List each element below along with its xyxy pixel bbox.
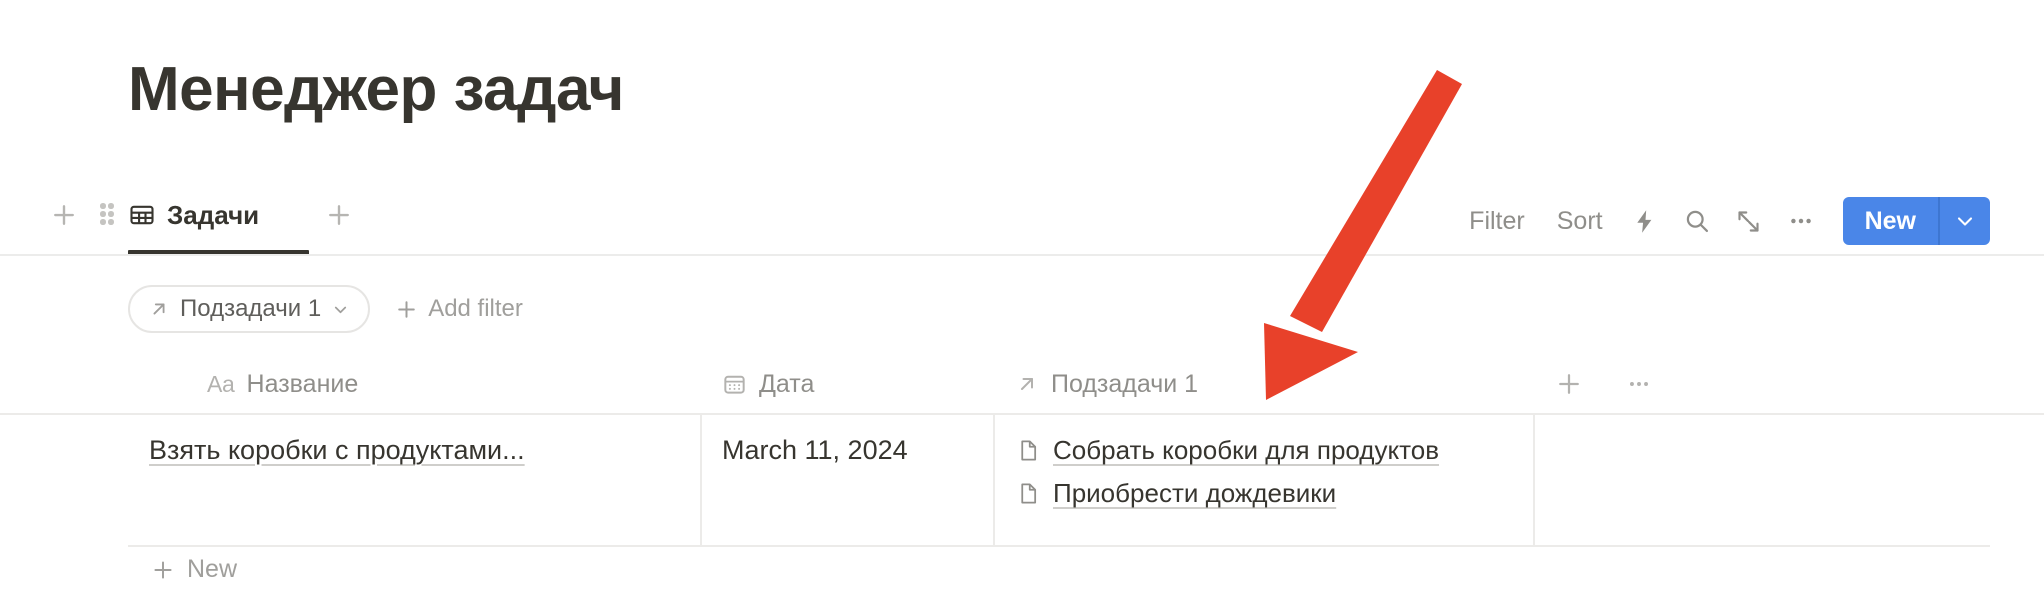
table-row[interactable]: Взять коробки с продуктами... March 11, … xyxy=(128,415,1990,547)
add-new-row-button[interactable]: New xyxy=(150,555,237,584)
filter-chip-label: Подзадачи 1 xyxy=(180,295,322,322)
view-drag-handle[interactable] xyxy=(93,198,123,232)
text-aa-icon: Aa xyxy=(207,370,235,397)
tab-label: Задачи xyxy=(167,199,260,230)
add-new-row-label: New xyxy=(187,555,238,583)
new-button-group: New xyxy=(1842,197,1990,245)
add-column-button[interactable] xyxy=(1550,365,1588,403)
column-header-label: Название xyxy=(246,369,359,398)
more-options-button[interactable] xyxy=(1775,199,1827,243)
calendar-icon xyxy=(722,372,747,397)
filter-bar: Подзадачи 1 Add filter xyxy=(128,285,523,333)
row-date-value: March 11, 2024 xyxy=(722,435,908,465)
relation-label: Приобрести дождевики xyxy=(1053,478,1337,508)
document-icon xyxy=(1016,438,1041,463)
automation-button[interactable] xyxy=(1619,199,1671,243)
add-view-button-right[interactable] xyxy=(322,198,356,232)
view-toolbar: Задачи Filter Sort New xyxy=(0,188,2044,256)
page-root: Менеджер задач Задачи Filter Sort New По… xyxy=(0,0,2044,600)
database-table: Aa Название Дата Подзадачи 1 Взять короб… xyxy=(0,355,2044,547)
relation-label: Собрать коробки для продуктов xyxy=(1053,435,1440,465)
tab-zadachi[interactable]: Задачи xyxy=(128,192,259,238)
search-button[interactable] xyxy=(1671,199,1723,243)
chevron-down-icon xyxy=(1957,217,1973,226)
relation-item[interactable]: Собрать коробки для продуктов xyxy=(1016,435,1533,466)
drag-dots-icon xyxy=(100,203,116,227)
sort-button[interactable]: Sort xyxy=(1541,207,1619,236)
cell-name[interactable]: Взять коробки с продуктами... xyxy=(128,415,700,545)
arrow-up-right-icon xyxy=(148,298,170,320)
view-actions: Filter Sort New xyxy=(1453,188,2044,254)
add-view-button-left[interactable] xyxy=(47,198,81,232)
page-title: Менеджер задач xyxy=(128,55,624,124)
ellipsis-icon xyxy=(1630,382,1648,386)
expand-arrows-icon xyxy=(1738,210,1759,232)
column-header-subtasks[interactable]: Подзадачи 1 xyxy=(1015,355,1198,413)
column-header-label: Дата xyxy=(759,369,815,398)
column-header-name[interactable]: Aa Название xyxy=(207,355,358,413)
table-more-button[interactable] xyxy=(1620,365,1658,403)
cell-date[interactable]: March 11, 2024 xyxy=(700,415,993,545)
plus-icon xyxy=(54,205,74,225)
table-header-row: Aa Название Дата Подзадачи 1 xyxy=(0,355,2044,415)
add-filter-label: Add filter xyxy=(428,295,523,322)
table-grid-icon xyxy=(130,205,154,225)
row-title-link[interactable]: Взять коробки с продуктами... xyxy=(149,435,525,466)
filter-button[interactable]: Filter xyxy=(1453,207,1541,236)
relation-item[interactable]: Приобрести дождевики xyxy=(1016,478,1533,509)
plus-icon xyxy=(329,205,349,225)
filter-chip-podzadachi[interactable]: Подзадачи 1 xyxy=(128,285,371,333)
add-filter-button[interactable]: Add filter xyxy=(394,295,523,323)
ellipsis-icon xyxy=(1790,218,1811,224)
toolbar-divider xyxy=(0,254,2044,256)
chevron-down-icon xyxy=(331,300,350,319)
cell-empty[interactable] xyxy=(1533,415,1990,545)
new-button-dropdown[interactable] xyxy=(1940,197,1990,245)
search-icon xyxy=(1686,210,1708,233)
plus-icon xyxy=(398,300,415,318)
new-button[interactable]: New xyxy=(1843,197,1940,245)
expand-button[interactable] xyxy=(1723,199,1775,243)
lightning-bolt-icon xyxy=(1637,209,1652,233)
column-header-date[interactable]: Дата xyxy=(722,355,814,413)
plus-icon xyxy=(1559,374,1579,394)
plus-icon xyxy=(154,560,172,579)
cell-subtasks[interactable]: Собрать коробки для продуктов Приобрести… xyxy=(993,415,1533,545)
arrow-up-right-icon xyxy=(1015,372,1039,396)
document-icon xyxy=(1016,481,1041,506)
column-header-label: Подзадачи 1 xyxy=(1051,369,1199,398)
